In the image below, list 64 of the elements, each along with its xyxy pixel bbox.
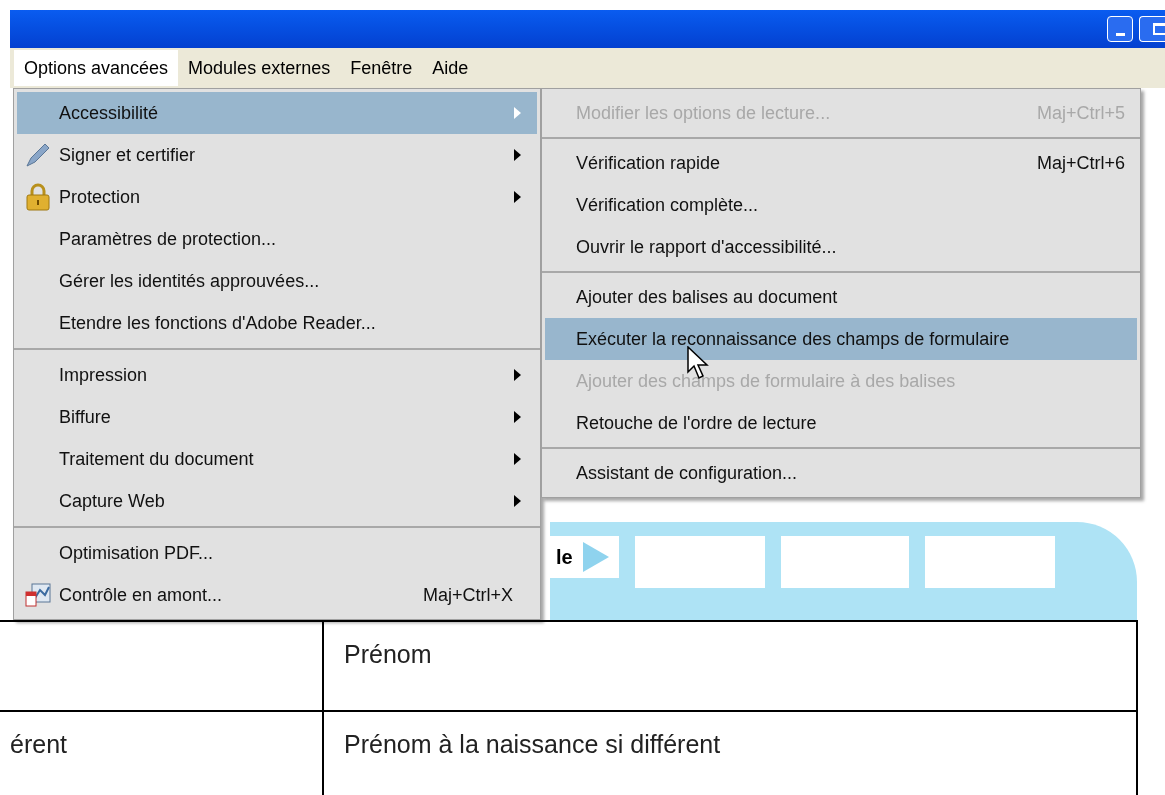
menu-item[interactable]: Retouche de l'ordre de lecture bbox=[545, 402, 1137, 444]
menu-item-label: Contrôle en amont... bbox=[59, 583, 224, 607]
menu-item[interactable]: Paramètres de protection... bbox=[17, 218, 537, 260]
submenu-arrow-icon bbox=[514, 453, 521, 465]
menu-item-label: Traitement du document bbox=[59, 447, 255, 471]
menu-item-label: Protection bbox=[59, 185, 142, 209]
submenu-arrow-icon bbox=[514, 191, 521, 203]
menu-item[interactable]: Ajouter des balises au document bbox=[545, 276, 1137, 318]
menu-item-label: Signer et certifier bbox=[59, 143, 197, 167]
band-label: le bbox=[556, 545, 573, 570]
menu-item[interactable]: Vérification complète... bbox=[545, 184, 1137, 226]
menu-bar-item[interactable]: Options avancées bbox=[14, 50, 179, 86]
menu-item-label: Gérer les identités approuvées... bbox=[59, 269, 321, 293]
menu-item[interactable]: Capture Web bbox=[17, 480, 537, 522]
submenu-arrow-icon bbox=[514, 411, 521, 423]
padlock-icon bbox=[25, 183, 51, 211]
menu-item[interactable]: Impression bbox=[17, 354, 537, 396]
pen-icon bbox=[25, 142, 51, 168]
menu-item-label: Accessibilité bbox=[59, 101, 160, 125]
menu-item[interactable]: Traitement du document bbox=[17, 438, 537, 480]
menu-item-label: Assistant de configuration... bbox=[576, 461, 799, 485]
menu-item-label: Vérification complète... bbox=[576, 193, 760, 217]
submenu-arrow-icon bbox=[514, 495, 521, 507]
menu-item[interactable]: Signer et certifier bbox=[17, 134, 537, 176]
menu-item[interactable]: Etendre les fonctions d'Adobe Reader... bbox=[17, 302, 537, 344]
menu-item[interactable]: Contrôle en amont... Maj+Ctrl+X bbox=[17, 574, 537, 616]
table-cell-text: érent bbox=[10, 730, 67, 758]
menu-item[interactable]: Accessibilité bbox=[17, 92, 537, 134]
menu-item-label: Ouvrir le rapport d'accessibilité... bbox=[576, 235, 838, 259]
menu-item-label: Biffure bbox=[59, 405, 112, 429]
menu-item-label: Modifier les options de lecture... bbox=[576, 101, 832, 125]
menu-bar-item[interactable]: Fenêtre bbox=[340, 50, 423, 86]
shortcut-label: Maj+Ctrl+6 bbox=[1036, 151, 1125, 175]
menu-item-label: Impression bbox=[59, 363, 149, 387]
triangle-icon bbox=[582, 542, 609, 572]
submenu-arrow-icon bbox=[514, 107, 521, 119]
shortcut-label: Maj+Ctrl+5 bbox=[1036, 101, 1125, 125]
menu-bar-item[interactable]: Aide bbox=[422, 50, 479, 86]
table-cell-text: Prénom à la naissance si différent bbox=[344, 730, 721, 758]
menu-item-label: Ajouter des balises au document bbox=[576, 285, 839, 309]
shortcut-label: Maj+Ctrl+X bbox=[422, 583, 513, 607]
menu-item[interactable]: Protection bbox=[17, 176, 537, 218]
menu-item[interactable]: Ouvrir le rapport d'accessibilité... bbox=[545, 226, 1137, 268]
menu-item-label: Capture Web bbox=[59, 489, 166, 513]
table-cell-text: Prénom bbox=[344, 640, 432, 668]
menu-item-label: Vérification rapide bbox=[576, 151, 722, 175]
menu-item[interactable]: Biffure bbox=[17, 396, 537, 438]
menu-item-label: Paramètres de protection... bbox=[59, 227, 278, 251]
preflight-icon bbox=[24, 582, 52, 608]
menu-item[interactable]: Assistant de configuration... bbox=[545, 452, 1137, 494]
menu-item-label: Etendre les fonctions d'Adobe Reader... bbox=[59, 311, 377, 335]
submenu-arrow-icon bbox=[514, 369, 521, 381]
menu-item[interactable]: Gérer les identités approuvées... bbox=[17, 260, 537, 302]
menu-item[interactable]: Vérification rapide Maj+Ctrl+6 bbox=[545, 142, 1137, 184]
menu-bar-item[interactable]: Modules externes bbox=[178, 50, 341, 86]
menu-item-label: Retouche de l'ordre de lecture bbox=[576, 411, 818, 435]
menu-item-label: Exécuter la reconnaissance des champs de formulaire bbox=[576, 327, 1011, 351]
submenu-arrow-icon bbox=[514, 149, 521, 161]
menu-item-label: Optimisation PDF... bbox=[59, 541, 215, 565]
menu-item[interactable]: Exécuter la reconnaissance des champs de formulaire bbox=[545, 318, 1137, 360]
minimize-button[interactable] bbox=[1107, 16, 1133, 42]
menu-item-label: Ajouter des champs de formulaire à des balises bbox=[576, 369, 957, 393]
menu-item[interactable]: Optimisation PDF... bbox=[17, 532, 537, 574]
maximize-button[interactable] bbox=[1139, 16, 1165, 42]
